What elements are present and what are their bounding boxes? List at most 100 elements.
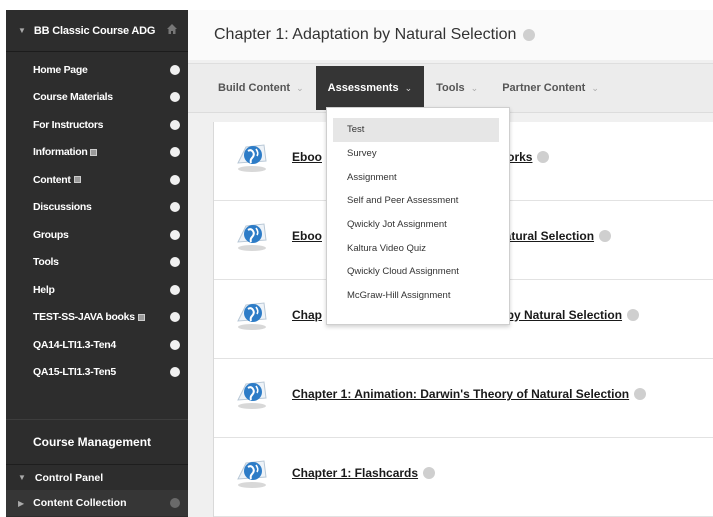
web-link-globe-icon bbox=[234, 141, 270, 173]
assessment-option[interactable]: McGraw-Hill Assignment bbox=[333, 284, 499, 308]
sidebar-item-label-wrap: Help bbox=[33, 284, 55, 296]
page-options-icon[interactable] bbox=[523, 29, 536, 41]
assessment-option[interactable]: Self and Peer Assessment bbox=[333, 189, 499, 213]
hidden-from-students-icon bbox=[137, 313, 145, 321]
sidebar-item-label: For Instructors bbox=[33, 118, 104, 131]
item-options-icon[interactable] bbox=[170, 257, 180, 268]
expand-caret-icon: ▼ bbox=[18, 473, 26, 482]
assessment-option[interactable]: Survey bbox=[333, 142, 499, 166]
sidebar-item-label-wrap: Tools bbox=[33, 256, 59, 268]
web-link-globe-icon bbox=[234, 220, 270, 252]
content-collection-label: Content Collection bbox=[33, 497, 127, 509]
sidebar-item-label: QA15-LTI1.3-Ten5 bbox=[33, 366, 116, 379]
sidebar-item[interactable]: TEST-SS-JAVA books bbox=[6, 304, 188, 332]
assessment-option[interactable]: Test bbox=[333, 118, 499, 142]
sidebar-item-label: Information bbox=[33, 146, 88, 159]
item-options-icon[interactable] bbox=[627, 309, 640, 321]
sidebar-item-label-wrap: Course Materials bbox=[33, 91, 113, 103]
content-item-link[interactable]: Chapter 1: Flashcards bbox=[292, 466, 436, 480]
sidebar-item-label-wrap: QA14-LTI1.3-Ten4 bbox=[33, 339, 116, 351]
options-dot-icon[interactable] bbox=[170, 498, 180, 508]
collapsed-caret-icon: ▶ bbox=[18, 498, 25, 508]
control-panel-label: Control Panel bbox=[34, 471, 104, 484]
content-item-title-end: Chapter 1: Flashcards bbox=[292, 466, 419, 480]
sidebar-item-label-wrap: Home Page bbox=[33, 64, 88, 76]
content-item-row: Chapter 1: Flashcards bbox=[214, 438, 713, 517]
hidden-from-students-icon bbox=[90, 148, 98, 156]
sidebar-item-label-wrap: For Instructors bbox=[33, 119, 103, 131]
item-options-icon[interactable] bbox=[170, 64, 180, 75]
home-icon[interactable] bbox=[166, 23, 178, 35]
chevron-down-icon: ⌄ bbox=[404, 82, 413, 93]
sidebar-spacer bbox=[6, 386, 188, 420]
item-options-icon[interactable] bbox=[170, 312, 180, 323]
action-menu-tools[interactable]: Tools ⌄ bbox=[424, 66, 490, 110]
sidebar-item-label: Groups bbox=[33, 228, 69, 241]
item-options-icon[interactable] bbox=[599, 230, 612, 242]
content-item-title-start: Eboo bbox=[292, 229, 322, 243]
sidebar-item-label: Tools bbox=[33, 256, 59, 269]
content-item-title-start: Chap bbox=[292, 308, 322, 322]
content-item-title-end: Natural Selection bbox=[496, 229, 595, 243]
item-options-icon[interactable] bbox=[170, 339, 180, 350]
item-options-icon[interactable] bbox=[170, 174, 180, 185]
sidebar-item-label: QA14-LTI1.3-Ten4 bbox=[33, 338, 116, 351]
sidebar-item[interactable]: Help bbox=[6, 276, 188, 304]
sidebar-item[interactable]: Content bbox=[6, 166, 188, 194]
control-panel-toggle[interactable]: ▼ Control Panel bbox=[6, 464, 188, 490]
course-management-title: Course Management bbox=[33, 435, 152, 449]
sidebar-item-label: TEST-SS-JAVA books bbox=[33, 311, 135, 324]
web-link-globe-icon bbox=[234, 299, 270, 331]
item-options-icon[interactable] bbox=[170, 147, 180, 158]
hidden-from-students-icon bbox=[73, 176, 81, 184]
sidebar-item-label-wrap: Discussions bbox=[33, 201, 92, 213]
sidebar-item-label-wrap: Content bbox=[33, 174, 81, 186]
item-options-icon[interactable] bbox=[170, 284, 180, 295]
page-title: Chapter 1: Adaptation by Natural Selecti… bbox=[214, 26, 517, 43]
sidebar-item-label: Discussions bbox=[33, 201, 92, 214]
action-menu-assessments[interactable]: Assessments ⌄ bbox=[315, 66, 425, 110]
sidebar-item[interactable]: Discussions bbox=[6, 194, 188, 222]
course-menu-list: Home Page Course Materials For Instructors… bbox=[6, 52, 188, 386]
item-options-icon[interactable] bbox=[634, 388, 647, 400]
sidebar-item-label-wrap: Groups bbox=[33, 229, 69, 241]
item-options-icon[interactable] bbox=[170, 229, 180, 240]
action-menu-build-content[interactable]: Build Content ⌄ bbox=[206, 66, 316, 110]
sidebar-item[interactable]: QA14-LTI1.3-Ten4 bbox=[6, 331, 188, 359]
sidebar-item[interactable]: For Instructors bbox=[6, 111, 188, 139]
web-link-globe-icon bbox=[234, 457, 270, 489]
page-title-bar: Chapter 1: Adaptation by Natural Selecti… bbox=[188, 10, 713, 60]
sidebar-item-label-wrap: TEST-SS-JAVA books bbox=[33, 311, 145, 323]
item-options-icon[interactable] bbox=[537, 151, 550, 163]
course-title-bar[interactable]: ▼ BB Classic Course ADG bbox=[6, 10, 188, 52]
sidebar-item[interactable]: Groups bbox=[6, 221, 188, 249]
item-options-icon[interactable] bbox=[170, 202, 180, 213]
content-item-title-start: Eboo bbox=[292, 150, 322, 164]
course-title[interactable]: BB Classic Course ADG bbox=[34, 25, 156, 37]
action-bar: Build Content ⌄ Assessments ⌄ Tools ⌄ Partner … bbox=[188, 63, 713, 113]
action-menu-partner-content[interactable]: Partner Content ⌄ bbox=[490, 66, 611, 110]
sidebar-item[interactable]: Tools bbox=[6, 249, 188, 277]
content-item-row: Chapter 1: Animation: Darwin's Theory of… bbox=[214, 359, 713, 438]
chevron-down-icon: ⌄ bbox=[470, 82, 479, 93]
collapse-caret-icon[interactable]: ▼ bbox=[18, 26, 26, 35]
sidebar-item[interactable]: Information bbox=[6, 139, 188, 167]
content-item-link[interactable]: Chapter 1: Animation: Darwin's Theory of… bbox=[292, 387, 647, 401]
sidebar-item[interactable]: Home Page bbox=[6, 56, 188, 84]
assessment-option[interactable]: Assignment bbox=[333, 165, 499, 189]
sidebar-item[interactable]: QA15-LTI1.3-Ten5 bbox=[6, 359, 188, 387]
assessment-option[interactable]: Qwickly Cloud Assignment bbox=[333, 260, 499, 284]
sidebar-item-label: Course Materials bbox=[33, 91, 113, 104]
item-options-icon[interactable] bbox=[423, 467, 436, 479]
assessment-option[interactable]: Qwickly Jot Assignment bbox=[333, 213, 499, 237]
item-options-icon[interactable] bbox=[170, 92, 180, 103]
action-menu-label: Assessments bbox=[327, 82, 399, 94]
sidebar-item[interactable]: Course Materials bbox=[6, 84, 188, 112]
item-options-icon[interactable] bbox=[170, 119, 180, 130]
assessment-option[interactable]: Kaltura Video Quiz bbox=[333, 236, 499, 260]
content-item-title-end: Chapter 1: Animation: Darwin's Theory of… bbox=[292, 387, 630, 401]
sidebar-item-label: Help bbox=[33, 283, 55, 296]
item-options-icon[interactable] bbox=[170, 367, 180, 378]
content-collection-item[interactable]: ▶ Content Collection bbox=[6, 490, 188, 516]
content-item-title-end: n by Natural Selection bbox=[496, 308, 623, 322]
